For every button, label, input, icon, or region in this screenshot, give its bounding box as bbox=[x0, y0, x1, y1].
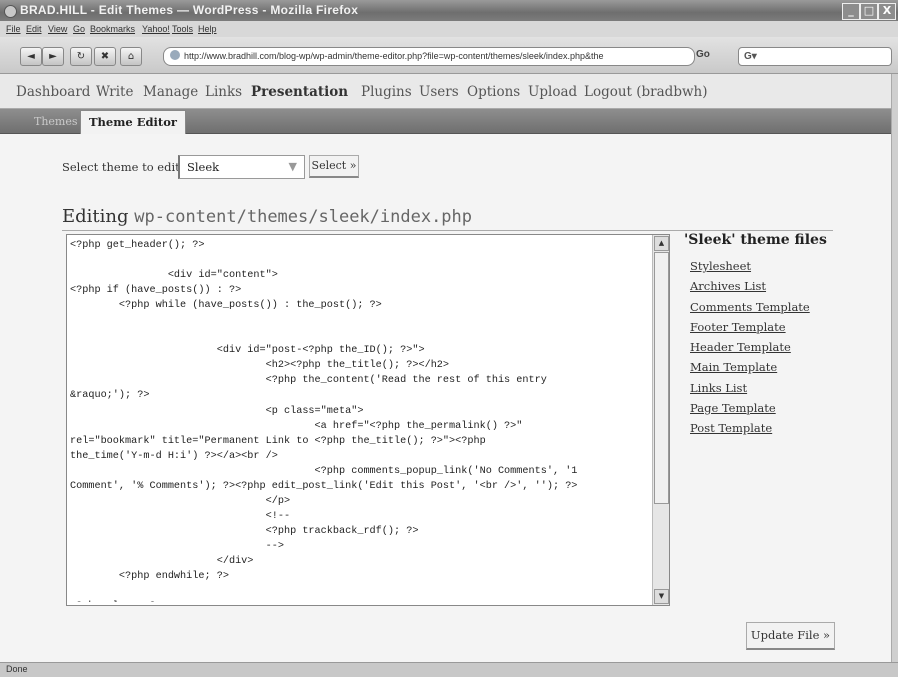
file-link-footer[interactable]: Footer Template bbox=[690, 317, 810, 337]
menu-dashboard[interactable]: Dashboard bbox=[16, 84, 90, 100]
menu-help[interactable]: Help bbox=[198, 24, 217, 34]
file-link-links[interactable]: Links List bbox=[690, 378, 810, 398]
browser-title-bar: BRAD.HILL - Edit Themes — WordPress - Mo… bbox=[0, 0, 898, 21]
main-content: Select theme to edit: Sleek ▼ Select » E… bbox=[0, 134, 898, 662]
browser-menu-bar: File Edit View Go Bookmarks Yahoo! Tools… bbox=[0, 21, 898, 37]
file-link-page[interactable]: Page Template bbox=[690, 398, 810, 418]
minimize-button[interactable]: _ bbox=[842, 3, 860, 20]
google-search-icon: G▾ bbox=[744, 51, 757, 62]
menu-go[interactable]: Go bbox=[73, 24, 85, 34]
theme-select-value: Sleek bbox=[187, 160, 220, 174]
tab-theme-editor[interactable]: Theme Editor bbox=[80, 110, 186, 134]
page-title: Editing wp-content/themes/sleek/index.ph… bbox=[62, 206, 472, 227]
scroll-up-icon[interactable]: ▲ bbox=[654, 236, 669, 251]
menu-write[interactable]: Write bbox=[96, 84, 133, 100]
menu-yahoo[interactable]: Yahoo! bbox=[142, 24, 170, 34]
select-theme-label: Select theme to edit: bbox=[62, 160, 184, 174]
editor-scrollbar[interactable]: ▲ ▼ bbox=[652, 235, 669, 605]
update-file-button[interactable]: Update File » bbox=[746, 622, 835, 650]
navigation-toolbar: ◄ ► ↻ ✖ ⌂ http://www.bradhill.com/blog-w… bbox=[0, 37, 898, 74]
window-title: BRAD.HILL - Edit Themes — WordPress - Mo… bbox=[20, 3, 359, 17]
wp-submenu: Themes Theme Editor bbox=[0, 109, 898, 134]
menu-manage[interactable]: Manage bbox=[143, 84, 198, 100]
address-bar[interactable]: http://www.bradhill.com/blog-wp/wp-admin… bbox=[163, 47, 695, 66]
search-box[interactable]: G▾ bbox=[738, 47, 892, 66]
window-scrollbar[interactable] bbox=[891, 74, 898, 662]
file-link-header[interactable]: Header Template bbox=[690, 337, 810, 357]
file-path: wp-content/themes/sleek/index.php bbox=[134, 207, 473, 227]
code-textarea[interactable]: <?php get_header(); ?> <div id="content"… bbox=[70, 238, 650, 602]
forward-icon[interactable]: ► bbox=[42, 47, 64, 66]
menu-plugins[interactable]: Plugins bbox=[361, 84, 412, 100]
stop-icon[interactable]: ✖ bbox=[94, 47, 116, 66]
wp-admin-menu: Dashboard Write Manage Links Presentatio… bbox=[0, 74, 898, 109]
maximize-button[interactable]: □ bbox=[860, 3, 878, 20]
menu-file[interactable]: File bbox=[6, 24, 21, 34]
menu-tools[interactable]: Tools bbox=[172, 24, 193, 34]
tab-themes[interactable]: Themes bbox=[34, 115, 78, 128]
theme-files-list: Stylesheet Archives List Comments Templa… bbox=[690, 256, 810, 439]
menu-upload[interactable]: Upload bbox=[528, 84, 577, 100]
menu-presentation[interactable]: Presentation bbox=[251, 84, 348, 100]
code-editor[interactable]: <?php get_header(); ?> <div id="content"… bbox=[66, 234, 670, 606]
menu-options[interactable]: Options bbox=[467, 84, 520, 100]
title-divider bbox=[62, 230, 833, 231]
page-icon bbox=[170, 50, 180, 60]
theme-files-heading: 'Sleek' theme files bbox=[684, 232, 827, 248]
file-link-main[interactable]: Main Template bbox=[690, 357, 810, 377]
menu-links[interactable]: Links bbox=[205, 84, 242, 100]
back-icon[interactable]: ◄ bbox=[20, 47, 42, 66]
address-url: http://www.bradhill.com/blog-wp/wp-admin… bbox=[184, 51, 604, 61]
editing-label: Editing bbox=[62, 206, 129, 227]
menu-view[interactable]: View bbox=[48, 24, 67, 34]
menu-bookmarks[interactable]: Bookmarks bbox=[90, 24, 135, 34]
file-link-archives[interactable]: Archives List bbox=[690, 276, 810, 296]
status-text: Done bbox=[6, 664, 28, 674]
file-link-post[interactable]: Post Template bbox=[690, 418, 810, 438]
menu-users[interactable]: Users bbox=[419, 84, 459, 100]
theme-select[interactable]: Sleek ▼ bbox=[178, 155, 305, 179]
select-theme-button[interactable]: Select » bbox=[309, 155, 359, 178]
go-button[interactable]: Go bbox=[696, 49, 710, 60]
firefox-icon bbox=[4, 5, 17, 18]
home-icon[interactable]: ⌂ bbox=[120, 47, 142, 66]
chevron-down-icon: ▼ bbox=[288, 160, 297, 173]
file-link-stylesheet[interactable]: Stylesheet bbox=[690, 256, 810, 276]
scroll-thumb[interactable] bbox=[654, 252, 669, 504]
status-bar: Done bbox=[0, 662, 898, 677]
menu-edit[interactable]: Edit bbox=[26, 24, 42, 34]
file-link-comments[interactable]: Comments Template bbox=[690, 297, 810, 317]
close-window-button[interactable]: X bbox=[878, 3, 896, 20]
menu-logout[interactable]: Logout (bradbwh) bbox=[584, 84, 707, 100]
reload-icon[interactable]: ↻ bbox=[70, 47, 92, 66]
scroll-down-icon[interactable]: ▼ bbox=[654, 589, 669, 604]
